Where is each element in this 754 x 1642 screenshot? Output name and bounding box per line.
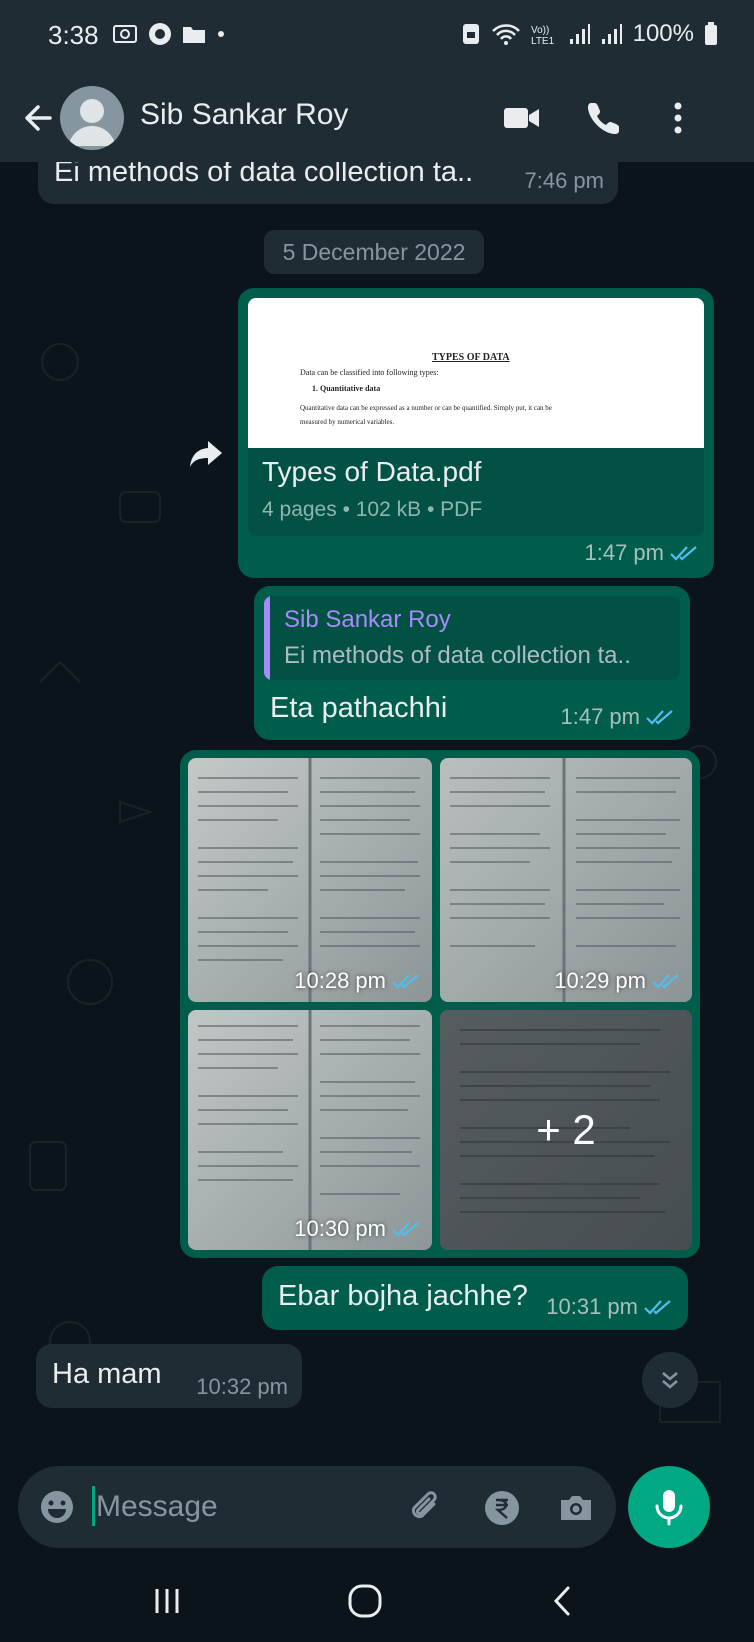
default-avatar-icon	[68, 99, 116, 146]
double-check-icon	[670, 546, 697, 561]
app-notification-icon	[149, 23, 171, 45]
message-meta: 1:47 pm	[561, 704, 675, 730]
quoted-message[interactable]: Sib Sankar Roy Ei methods of data collec…	[264, 596, 680, 680]
message-text: Eta pathachhi	[270, 692, 448, 724]
incoming-message[interactable]: Ei methods of data collection ta.. 7:46 …	[38, 162, 618, 204]
chat-header: Sib Sankar Roy	[0, 80, 754, 162]
book-page-image	[450, 758, 680, 1002]
voice-message-button[interactable]	[628, 1466, 710, 1548]
outgoing-message[interactable]: Ebar bojha jachhe? 10:31 pm	[262, 1266, 688, 1330]
message-time: 1:47 pm	[560, 704, 641, 729]
double-check-icon	[392, 974, 419, 989]
recents-icon[interactable]	[152, 1586, 182, 1616]
screenshot-icon	[113, 25, 137, 43]
back-arrow-icon[interactable]	[20, 100, 56, 136]
dot-icon	[218, 31, 224, 37]
battery-percent: 100%	[632, 20, 694, 47]
forward-button[interactable]	[178, 426, 234, 482]
svg-text:LTE1: LTE1	[531, 36, 555, 46]
home-icon[interactable]	[346, 1582, 384, 1620]
rupee-icon[interactable]	[482, 1488, 522, 1528]
quote-bar	[264, 596, 270, 680]
status-system-icons: Vo)) LTE1 100%	[461, 20, 718, 48]
phone-icon[interactable]	[586, 100, 622, 136]
scroll-to-bottom-button[interactable]	[642, 1352, 698, 1408]
photo-thumbnail[interactable]: 10:29 pm	[440, 758, 692, 1002]
date-divider: 5 December 2022	[264, 230, 484, 274]
doc-preview-line: measured by numerical variables.	[300, 418, 395, 426]
message-text: Ha mam	[52, 1358, 162, 1390]
nav-back-icon[interactable]	[548, 1584, 576, 1618]
video-call-icon[interactable]	[502, 100, 542, 136]
lock-notif-icon	[462, 24, 479, 44]
photo-meta: 10:30 pm	[294, 1216, 420, 1242]
photo-time: 10:30 pm	[294, 1216, 386, 1241]
message-time: 10:31 pm	[546, 1294, 638, 1319]
volte-icon: Vo))LTE1	[531, 25, 555, 46]
quoted-sender: Sib Sankar Roy	[284, 606, 451, 633]
doc-preview-line: Quantitative data can be expressed as a …	[300, 404, 552, 412]
status-bar: 3:38 Vo)) LTE1 100%	[0, 0, 754, 80]
contact-name[interactable]: Sib Sankar Roy	[140, 98, 348, 132]
photo-meta: 10:28 pm	[294, 968, 420, 994]
more-vert-icon[interactable]	[664, 100, 692, 136]
message-input[interactable]: Message	[96, 1490, 218, 1524]
doc-preview-heading: 1. Quantitative data	[312, 384, 381, 393]
signal-icon-2	[601, 24, 622, 44]
folder-icon	[183, 27, 205, 43]
system-nav-bar	[0, 1560, 754, 1642]
mic-icon	[655, 1490, 683, 1526]
doc-preview-title: TYPES OF DATA	[432, 352, 510, 363]
document-details: 4 pages • 102 kB • PDF	[262, 498, 483, 521]
chat-area[interactable]: Ei methods of data collection ta.. 7:46 …	[0, 162, 754, 1462]
reply-message[interactable]: Sib Sankar Roy Ei methods of data collec…	[254, 586, 690, 740]
photo-time: 10:28 pm	[294, 968, 386, 993]
status-time: 3:38	[48, 20, 99, 50]
photo-time: 10:29 pm	[554, 968, 646, 993]
message-time: 7:46 pm	[524, 168, 605, 193]
document-message[interactable]: TYPES OF DATA Data can be classified int…	[238, 288, 714, 578]
photo-thumbnail[interactable]: 10:28 pm	[188, 758, 432, 1002]
emoji-icon[interactable]	[38, 1488, 76, 1526]
attach-icon[interactable]	[406, 1488, 446, 1528]
battery-icon	[705, 22, 717, 45]
photo-thumbnail[interactable]: 10:30 pm	[188, 1010, 432, 1250]
document-preview[interactable]: TYPES OF DATA Data can be classified int…	[248, 298, 704, 448]
message-meta: 10:31 pm	[546, 1294, 672, 1320]
double-check-icon	[652, 974, 679, 989]
photo-album-message[interactable]: 10:28 pm 10:29 pm 10:30 pm + 2	[180, 750, 700, 1258]
message-time: 1:47 pm	[584, 540, 665, 565]
incoming-message[interactable]: Ha mam 10:32 pm	[36, 1344, 302, 1408]
wifi-icon	[491, 24, 520, 45]
book-page-image	[198, 1010, 420, 1250]
camera-icon[interactable]	[556, 1488, 596, 1528]
message-text: Ebar bojha jachhe?	[278, 1280, 528, 1312]
doc-preview-line: Data can be classified into following ty…	[300, 368, 439, 377]
double-check-icon	[644, 1300, 671, 1315]
message-text: Ei methods of data collection ta..	[54, 162, 474, 188]
photo-thumbnail-more[interactable]: + 2	[440, 1010, 692, 1250]
photo-meta: 10:29 pm	[554, 968, 680, 994]
document-name: Types of Data.pdf	[262, 456, 482, 487]
quoted-text: Ei methods of data collection ta..	[284, 642, 631, 669]
document-info[interactable]: Types of Data.pdf 4 pages • 102 kB • PDF	[248, 448, 704, 536]
svg-text:Vo)): Vo))	[531, 25, 549, 36]
text-cursor	[92, 1486, 95, 1526]
avatar[interactable]	[60, 86, 124, 150]
forward-icon	[190, 441, 222, 467]
double-check-icon	[392, 1222, 419, 1237]
signal-icon-1	[569, 24, 590, 44]
message-meta: 1:47 pm	[585, 540, 699, 566]
status-notification-icons	[112, 22, 226, 46]
double-check-icon	[646, 710, 673, 725]
message-time: 10:32 pm	[196, 1374, 288, 1399]
message-composer[interactable]: Message	[18, 1466, 616, 1548]
more-photos-overlay: + 2	[440, 1010, 692, 1250]
chevrons-down-icon	[662, 1372, 678, 1389]
book-page-image	[198, 758, 420, 1002]
